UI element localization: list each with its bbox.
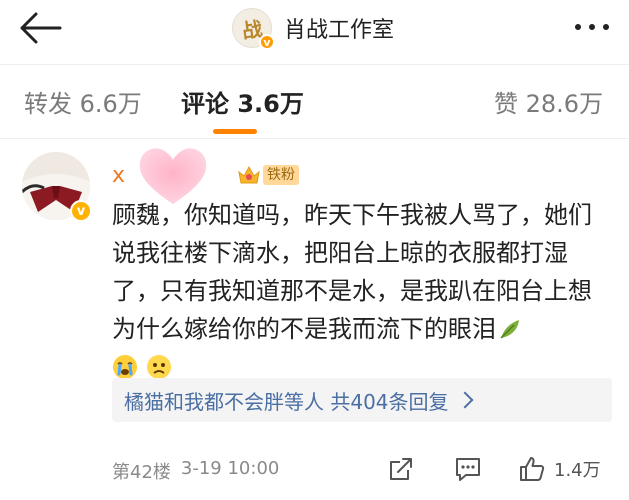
account-logo: 战 v — [232, 8, 275, 50]
tab-bar: 转发 6.6万 评论 3.6万 赞 28.6万 — [0, 78, 629, 134]
repost-button[interactable] — [388, 452, 414, 486]
replies-summary: 橘猫和我都不会胖等人 共404条回复 — [124, 389, 449, 414]
username[interactable]: x — [112, 163, 125, 188]
comment-body: 顾魏，你知道吗，昨天下午我被人骂了，她们说我往楼下滴水，把阳台上晾的衣服都打湿了… — [112, 196, 612, 386]
comment-meta: 第42楼 3-19 10:00 — [112, 458, 279, 484]
reply-button[interactable] — [454, 452, 482, 486]
header-divider — [0, 64, 629, 65]
chevron-right-icon — [456, 391, 474, 409]
active-tab-indicator — [213, 129, 257, 134]
verified-badge-icon: v — [70, 200, 92, 222]
crown-icon — [237, 163, 261, 187]
tab-comments[interactable]: 评论 3.6万 — [181, 84, 304, 119]
crying-face-emoji — [113, 355, 137, 379]
like-button[interactable]: 1.4万 — [518, 452, 601, 486]
arrow-left-icon — [20, 12, 62, 44]
avatar[interactable]: v — [22, 152, 92, 222]
tab-reposts[interactable]: 转发 6.6万 — [24, 84, 142, 119]
floor-number: 第42楼 — [112, 462, 171, 483]
replies-preview[interactable]: 橘猫和我都不会胖等人 共404条回复 — [112, 378, 612, 422]
tabs-divider — [0, 138, 629, 139]
share-edit-icon — [388, 456, 414, 482]
more-dots-icon[interactable] — [575, 24, 609, 30]
leaf-emoji — [500, 320, 519, 339]
sad-face-emoji — [146, 355, 171, 379]
back-button[interactable] — [16, 10, 64, 46]
verified-badge-icon: v — [259, 34, 275, 50]
page-title: 肖战工作室 — [284, 18, 395, 43]
account-title[interactable]: 战 v 肖战工作室 — [232, 6, 394, 50]
like-count: 1.4万 — [554, 460, 601, 481]
tab-likes[interactable]: 赞 28.6万 — [494, 84, 603, 119]
comment-icon — [454, 456, 482, 482]
fan-badge: 铁粉 — [263, 165, 300, 185]
top-bar: 战 v 肖战工作室 — [0, 0, 629, 58]
timestamp: 3-19 10:00 — [180, 458, 280, 479]
thumbs-up-icon — [518, 455, 546, 483]
